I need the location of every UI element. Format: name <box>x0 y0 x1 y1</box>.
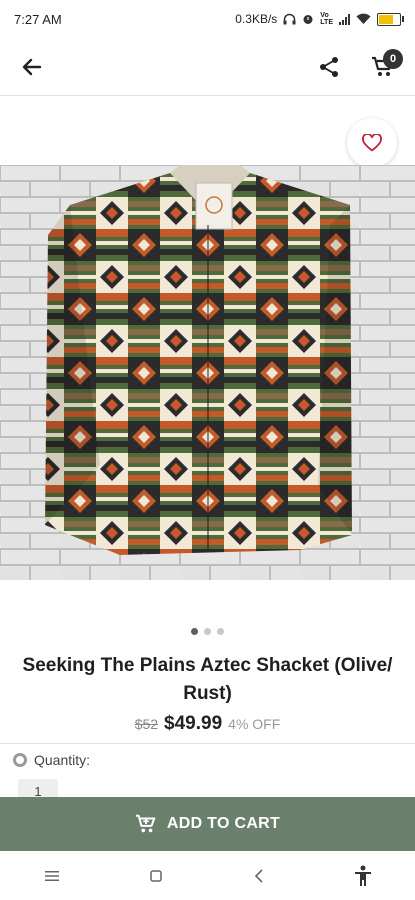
system-back-button[interactable] <box>239 856 279 896</box>
quantity-icon <box>13 753 27 767</box>
headphones-icon <box>283 13 296 25</box>
system-nav-bar <box>0 851 415 900</box>
square-icon <box>149 869 162 882</box>
price-row: $52 $49.99 4% OFF <box>0 713 415 735</box>
share-button[interactable] <box>311 49 347 85</box>
status-time: 7:27 AM <box>14 11 62 27</box>
add-to-cart-label: ADD TO CART <box>166 815 281 832</box>
network-speed: 0.3KB/s <box>235 12 278 26</box>
share-icon <box>320 56 338 77</box>
gallery-dot[interactable] <box>217 628 224 635</box>
accessibility-button[interactable] <box>343 856 383 896</box>
product-photo <box>0 165 415 580</box>
product-title: Seeking The Plains Aztec Shacket (Olive/… <box>22 655 393 704</box>
product-image[interactable] <box>0 165 415 580</box>
recent-apps-button[interactable] <box>32 856 72 896</box>
cart-button[interactable]: 0 <box>365 48 403 85</box>
add-to-cart-button[interactable]: ADD TO CART <box>0 797 415 851</box>
home-button[interactable] <box>136 856 176 896</box>
volte-icon: Vo LTE <box>320 12 333 26</box>
wifi-icon <box>356 13 371 24</box>
quantity-label: Quantity: <box>34 752 91 768</box>
app-bar-actions: 0 <box>311 48 403 85</box>
battery-icon <box>377 12 404 26</box>
status-bar: 7:27 AM 0.3KB/s Vo LTE <box>0 0 415 38</box>
add-cart-icon <box>135 814 156 833</box>
discount-label: 4% OFF <box>228 716 281 732</box>
heart-outline-icon <box>362 134 382 152</box>
status-icons: 0.3KB/s Vo LTE <box>235 12 404 26</box>
cart-count-badge: 0 <box>383 48 403 69</box>
alarm-icon <box>303 15 313 24</box>
sale-price: $49.99 <box>164 713 223 734</box>
gallery-dot[interactable] <box>191 628 198 635</box>
signal-icon <box>339 13 350 25</box>
app-bar: 0 <box>0 38 415 96</box>
menu-icon <box>44 870 59 881</box>
quantity-label-row: Quantity: <box>12 752 90 768</box>
accessibility-icon <box>355 865 372 886</box>
favorite-button[interactable] <box>347 118 397 168</box>
arrow-left-icon <box>22 58 42 75</box>
original-price: $52 <box>134 716 159 732</box>
gallery-indicator <box>0 628 415 635</box>
back-button[interactable] <box>14 49 50 85</box>
gallery-dot[interactable] <box>204 628 211 635</box>
chevron-left-icon <box>255 868 263 883</box>
divider <box>0 743 415 744</box>
